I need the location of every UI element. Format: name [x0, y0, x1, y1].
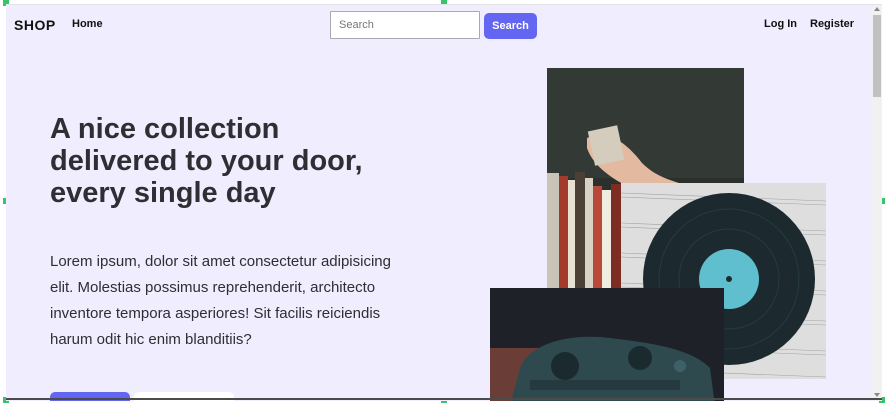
search-input[interactable] [330, 11, 480, 39]
scrollbar-thumb[interactable] [873, 15, 881, 97]
frame-bottom-border [6, 398, 882, 400]
page-frame: SHOP Home Search Log In Register A nice … [6, 4, 882, 401]
scroll-down-arrow-icon[interactable] [874, 393, 880, 397]
hero-description: Lorem ipsum, dolor sit amet consectetur … [50, 253, 391, 348]
nav-link-login[interactable]: Log In [764, 18, 797, 30]
nav-link-home[interactable]: Home [72, 18, 103, 30]
hero-title: A nice collection delivered to your door… [50, 113, 363, 209]
gamepad-photo [490, 288, 724, 401]
navbar: SHOP Home Search Log In Register [6, 5, 872, 45]
gamepad-illustration [490, 288, 724, 401]
nav-link-register[interactable]: Register [810, 18, 854, 30]
search-button[interactable]: Search [484, 13, 537, 39]
brand-logo[interactable]: SHOP [14, 17, 56, 33]
scroll-up-arrow-icon[interactable] [874, 7, 880, 11]
vertical-scrollbar[interactable] [872, 5, 882, 401]
